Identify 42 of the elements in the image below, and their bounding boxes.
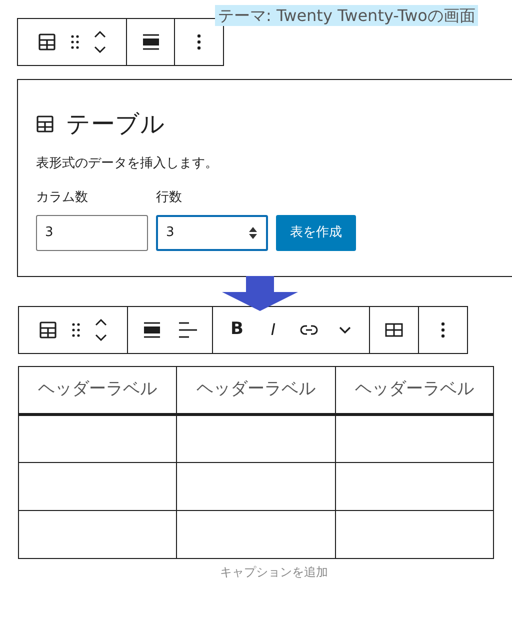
- table-grid-icon: [385, 323, 403, 337]
- table-cell[interactable]: [176, 462, 336, 510]
- align-icon: [142, 34, 158, 50]
- more-options-icon: [441, 322, 445, 338]
- table-header-cell: ヘッダーラベル: [18, 366, 177, 414]
- table-header-cell: ヘッダーラベル: [176, 366, 336, 414]
- down-arrow-icon: [222, 276, 298, 311]
- placeholder-title: テーブル: [66, 109, 165, 140]
- theme-label: テーマ: Twenty Twenty-Twoの画面: [215, 5, 478, 26]
- move-arrows-icon: [93, 31, 107, 53]
- field-label: 行数: [156, 188, 183, 206]
- more-options-icon: [197, 34, 201, 50]
- field-value: 3: [166, 224, 174, 242]
- caption-field[interactable]: キャプションを追加: [220, 563, 328, 581]
- table-cell[interactable]: [18, 414, 177, 462]
- format-button[interactable]: I: [255, 312, 291, 348]
- table-icon: [36, 115, 54, 133]
- drag-handle-icon: [71, 35, 79, 49]
- placeholder-description: 表形式のデータを挿入します。: [36, 155, 219, 173]
- align-icon: [144, 322, 160, 338]
- field-label: カラム数: [36, 188, 89, 206]
- field-value: 3: [45, 224, 54, 242]
- create-table-button[interactable]: 表を作成: [276, 215, 356, 251]
- format-button[interactable]: B: [219, 312, 255, 348]
- chevron-down-icon: [339, 326, 351, 334]
- table-cell[interactable]: [18, 510, 177, 558]
- number-field[interactable]: 3: [156, 215, 268, 251]
- table-cell[interactable]: [335, 462, 494, 510]
- drag-handle-icon: [72, 323, 80, 337]
- link-icon: [300, 324, 318, 336]
- table-cell[interactable]: [335, 510, 494, 558]
- table-cell[interactable]: [335, 414, 494, 462]
- text-align-left-icon: [179, 322, 197, 338]
- move-arrows-icon: [94, 319, 108, 341]
- table-cell[interactable]: [18, 462, 177, 510]
- table-cell[interactable]: [176, 510, 336, 558]
- number-field[interactable]: 3: [36, 215, 148, 251]
- spinner-arrows-icon[interactable]: [248, 226, 258, 240]
- table-icon: [38, 33, 56, 51]
- table-cell[interactable]: [176, 414, 336, 462]
- table-header-cell: ヘッダーラベル: [335, 366, 494, 414]
- table-icon: [39, 321, 57, 339]
